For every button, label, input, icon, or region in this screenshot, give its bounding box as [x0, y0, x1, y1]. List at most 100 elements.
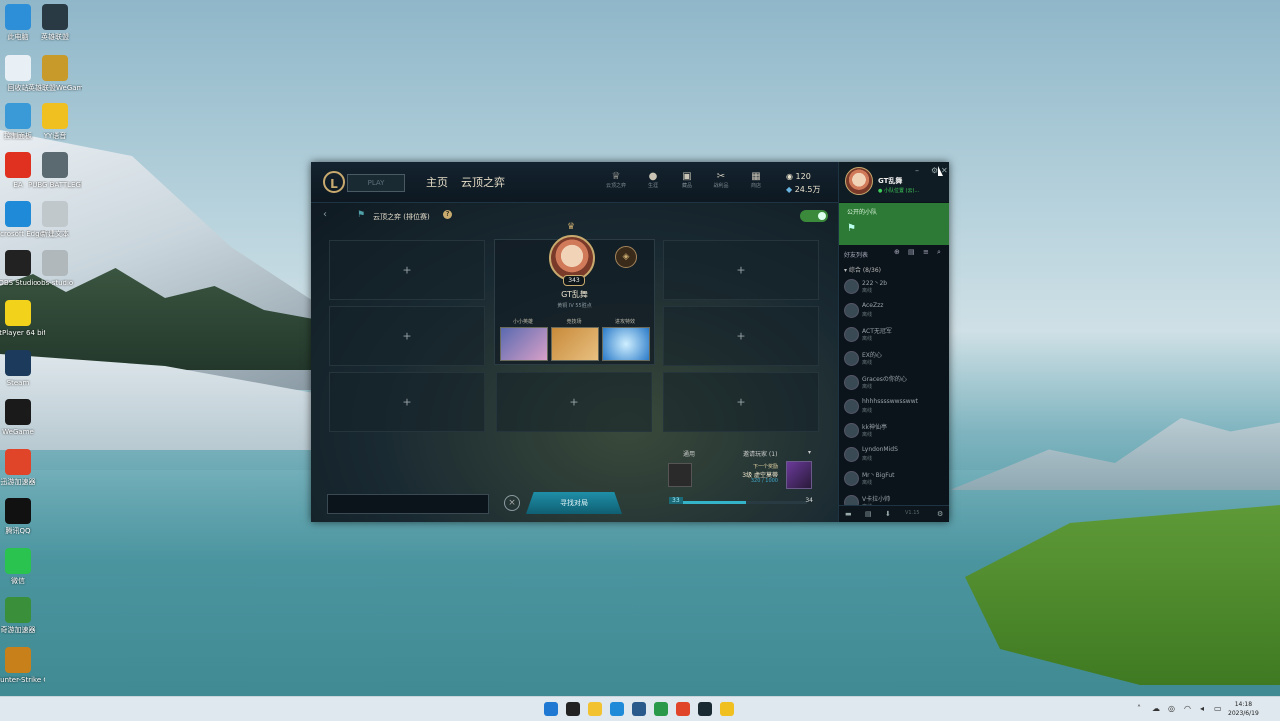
- lol-logo-icon[interactable]: L: [323, 171, 345, 193]
- friend-item[interactable]: LyndonMidS 离线: [844, 444, 944, 466]
- nav-profile[interactable]: ● 生涯: [641, 171, 665, 189]
- friend-item[interactable]: EX的心 离线: [844, 348, 944, 370]
- invite-slot[interactable]: +: [329, 306, 485, 366]
- yy-icon[interactable]: [720, 702, 734, 716]
- chat-icon[interactable]: ▬: [845, 510, 852, 518]
- tab-home[interactable]: 主页: [426, 174, 448, 190]
- my-profile[interactable]: GT乱舞 ● 小队位置 (云)... – ⚙ ✕: [839, 162, 949, 202]
- desktop-icon[interactable]: PotPlayer 64 bit: [0, 300, 45, 338]
- nav-trophy[interactable]: ♕ 云顶之弈: [604, 171, 628, 189]
- wifi-icon[interactable]: ◠: [1184, 704, 1191, 713]
- mic-icon[interactable]: ◎: [1168, 704, 1175, 713]
- invite-slot[interactable]: +: [663, 372, 819, 432]
- speaker-icon[interactable]: ◂: [1200, 704, 1204, 713]
- little-legend-card[interactable]: [500, 327, 548, 361]
- search-icon[interactable]: [566, 702, 580, 716]
- store-icon: ▦: [751, 171, 761, 182]
- friend-item[interactable]: kk神仙亭 离线: [844, 420, 944, 442]
- mission-icon[interactable]: ⬇: [885, 510, 891, 518]
- xunyou-icon[interactable]: [676, 702, 690, 716]
- add-folder-icon[interactable]: ▤: [908, 248, 915, 256]
- friend-name: EX的心: [862, 352, 882, 359]
- boom-effect-card[interactable]: [602, 327, 650, 361]
- tab-tft[interactable]: 云顶之弈: [461, 174, 505, 190]
- desktop-icon[interactable]: obs-studio: [28, 250, 82, 288]
- desktop-icon[interactable]: 奇游加速器: [0, 597, 45, 635]
- friend-item[interactable]: ACT无冠军 离线: [844, 324, 944, 346]
- find-match-button[interactable]: 寻找对局: [526, 492, 622, 514]
- party-toggle[interactable]: [800, 210, 828, 222]
- next-reward: 下一个奖励 3级 虚空莫蒂 320 / 1000: [668, 461, 818, 491]
- reward-title: 下一个奖励: [752, 464, 778, 470]
- desktop-icon[interactable]: 腾讯QQ: [0, 498, 45, 536]
- clock-date: 2023/6/19: [1228, 710, 1259, 717]
- friend-name: ACT无冠军: [862, 328, 892, 335]
- arena-card[interactable]: [551, 327, 599, 361]
- currency[interactable]: ◉ 120 ◆ 24.5万: [786, 170, 821, 196]
- desktop-icon[interactable]: Counter-Strike Global Offe...: [0, 647, 45, 685]
- desktop-icon[interactable]: 新建文本: [28, 201, 82, 239]
- desktop-icon[interactable]: 迅游加速器: [0, 449, 45, 487]
- edge-icon[interactable]: [610, 702, 624, 716]
- add-friend-icon[interactable]: ⊕: [894, 248, 900, 256]
- friend-status: 离线: [862, 432, 873, 438]
- friend-name: LyndonMidS: [862, 446, 898, 453]
- desktop-icon[interactable]: YY语音: [28, 103, 82, 141]
- my-status[interactable]: ● 小队位置 (云)...: [878, 187, 919, 194]
- friend-item[interactable]: hhhhsssswwsswwt 离线: [844, 396, 944, 418]
- chevron-down-icon[interactable]: ▾: [808, 449, 811, 456]
- file-explorer-icon[interactable]: [588, 702, 602, 716]
- invite-slot[interactable]: +: [329, 240, 485, 300]
- app-icon: [42, 55, 68, 81]
- play-button[interactable]: PLAY: [347, 174, 405, 192]
- desktop-icon-label: obs-studio: [36, 279, 74, 287]
- help-icon[interactable]: ⚙: [937, 510, 943, 518]
- clock-time: 14:18: [1234, 701, 1253, 708]
- chat-input[interactable]: [327, 494, 489, 514]
- invite-slot[interactable]: +: [496, 372, 652, 432]
- info-icon[interactable]: ?: [443, 210, 452, 219]
- list-icon[interactable]: ≡: [923, 248, 929, 256]
- friend-item[interactable]: AceZzz 离线: [844, 300, 944, 322]
- search-icon[interactable]: ⌕: [937, 248, 941, 257]
- friend-status: 离线: [862, 312, 873, 318]
- rank-emblem-icon[interactable]: ◈: [615, 246, 637, 268]
- nav-collection[interactable]: ▣ 藏品: [675, 171, 699, 189]
- reward-item[interactable]: [786, 461, 812, 489]
- chevron-up-icon[interactable]: ˄: [1137, 704, 1141, 713]
- nav-icon-label: 云顶之弈: [605, 183, 626, 189]
- friend-item[interactable]: 222丶2b 离线: [844, 276, 944, 298]
- invite-players[interactable]: 邀请玩家 (1): [743, 449, 777, 458]
- invite-slot[interactable]: +: [663, 240, 819, 300]
- friend-item[interactable]: Gracesの你的心 离线: [844, 372, 944, 394]
- desktop-icon[interactable]: WeGame: [0, 399, 45, 437]
- desktop-icon[interactable]: PUBG BATTLEGROUNDS: [28, 152, 82, 190]
- desktop-icon[interactable]: 英雄联盟WeGame版: [28, 55, 82, 93]
- friend-group-header[interactable]: ▾ 综合 (8/36): [844, 265, 881, 274]
- plus-icon: +: [736, 263, 746, 277]
- notes-icon[interactable]: ▤: [865, 510, 872, 518]
- clock[interactable]: 14:18 2023/6/19: [1228, 700, 1259, 718]
- invite-slot[interactable]: +: [663, 306, 819, 366]
- plus-icon: +: [402, 263, 412, 277]
- battery-icon[interactable]: ▭: [1214, 704, 1222, 713]
- start-icon[interactable]: [544, 702, 558, 716]
- invite-slot[interactable]: +: [329, 372, 485, 432]
- desktop-icon[interactable]: 微信: [0, 548, 45, 586]
- cancel-button[interactable]: ×: [504, 495, 520, 511]
- store-icon[interactable]: [632, 702, 646, 716]
- back-arrow-icon[interactable]: ‹: [323, 209, 327, 220]
- nav-loot[interactable]: ✂ 战利品: [709, 171, 733, 189]
- lol-icon[interactable]: [698, 702, 712, 716]
- friend-item[interactable]: Mr丶BigFut 离线: [844, 468, 944, 490]
- minimize-icon[interactable]: –: [915, 166, 919, 175]
- nav-store[interactable]: ▦ 商店: [744, 171, 768, 189]
- desktop-icon[interactable]: Steam: [0, 350, 45, 388]
- network-icon[interactable]: ☁: [1152, 704, 1160, 713]
- cosmetic-label: 竞技场: [566, 319, 582, 325]
- desktop-icon[interactable]: 英雄联盟: [28, 4, 82, 42]
- green-app-icon[interactable]: [654, 702, 668, 716]
- player-name: GT乱舞: [561, 290, 588, 299]
- open-party[interactable]: 公开的小队 ⚑: [839, 203, 949, 245]
- loot-icon: ✂: [716, 171, 726, 182]
